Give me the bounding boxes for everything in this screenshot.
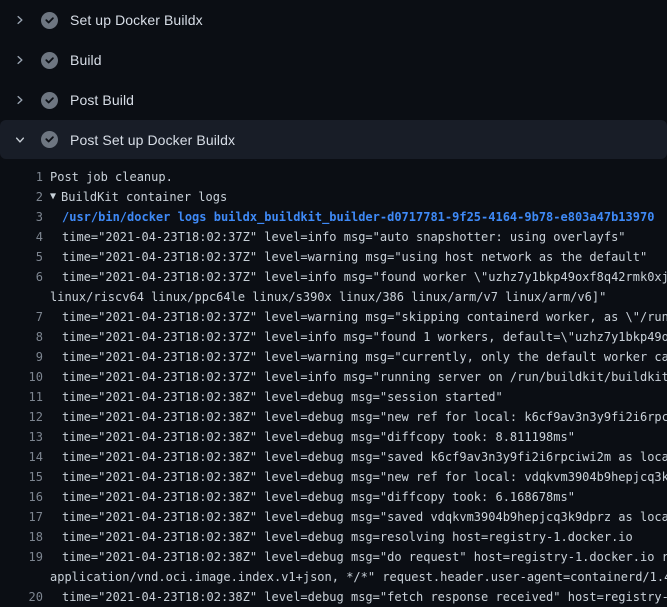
step-header-build[interactable]: Build [0, 40, 667, 80]
log-line-number[interactable]: 4 [0, 227, 43, 247]
check-circle-icon [41, 92, 58, 109]
check-circle-icon [41, 131, 58, 148]
chevron-right-icon [14, 14, 26, 26]
log-line-number[interactable]: 6 [0, 267, 43, 287]
log-line-text: time="2021-04-23T18:02:37Z" level=warnin… [43, 247, 647, 267]
chevron-down-icon [14, 134, 26, 146]
log-line: 7 time="2021-04-23T18:02:37Z" level=warn… [0, 307, 667, 327]
check-circle-icon [41, 12, 58, 29]
log-line: 16 time="2021-04-23T18:02:38Z" level=deb… [0, 487, 667, 507]
step-label: Set up Docker Buildx [70, 12, 203, 28]
steps-list: Set up Docker Buildx Build Post Build Po… [0, 0, 667, 159]
log-line: 20 time="2021-04-23T18:02:38Z" level=deb… [0, 587, 667, 607]
log-line-text: time="2021-04-23T18:02:37Z" level=info m… [43, 267, 667, 287]
log-line-number[interactable]: 1 [0, 167, 43, 187]
log-line-number[interactable]: 19 [0, 547, 43, 567]
log-line-text: time="2021-04-23T18:02:37Z" level=warnin… [43, 307, 667, 327]
log-line: 18 time="2021-04-23T18:02:38Z" level=deb… [0, 527, 667, 547]
log-line-continuation: linux/riscv64 linux/ppc64le linux/s390x … [0, 287, 667, 307]
log-line-text: time="2021-04-23T18:02:37Z" level=warnin… [43, 347, 667, 367]
workflow-log-page: { "theme":{ "background":"#0b0e14", "exp… [0, 0, 667, 600]
log-line: 13 time="2021-04-23T18:02:38Z" level=deb… [0, 427, 667, 447]
log-line-text: time="2021-04-23T18:02:37Z" level=info m… [43, 227, 626, 247]
log-line: 14 time="2021-04-23T18:02:38Z" level=deb… [0, 447, 667, 467]
log-line-number[interactable]: 17 [0, 507, 43, 527]
log-line-text: time="2021-04-23T18:02:37Z" level=info m… [43, 327, 667, 347]
log-group-toggle[interactable]: 2 ▼BuildKit container logs [0, 187, 667, 207]
log-viewer: 1 Post job cleanup. 2 ▼BuildKit containe… [0, 159, 667, 607]
log-line: 8 time="2021-04-23T18:02:37Z" level=info… [0, 327, 667, 347]
log-line: 1 Post job cleanup. [0, 167, 667, 187]
log-line-text: time="2021-04-23T18:02:38Z" level=debug … [43, 507, 667, 527]
log-line-number[interactable]: 14 [0, 447, 43, 467]
log-line-number[interactable]: 18 [0, 527, 43, 547]
log-line: 12 time="2021-04-23T18:02:38Z" level=deb… [0, 407, 667, 427]
log-line-number[interactable]: 16 [0, 487, 43, 507]
step-header-post-set-up-docker-buildx[interactable]: Post Set up Docker Buildx [0, 120, 667, 159]
log-line: 5 time="2021-04-23T18:02:37Z" level=warn… [0, 247, 667, 267]
log-line: 4 time="2021-04-23T18:02:37Z" level=info… [0, 227, 667, 247]
log-line-number[interactable]: 13 [0, 427, 43, 447]
log-line-text: time="2021-04-23T18:02:38Z" level=debug … [43, 427, 575, 447]
log-line-text: time="2021-04-23T18:02:38Z" level=debug … [43, 467, 667, 487]
log-line-continuation: application/vnd.oci.image.index.v1+json,… [0, 567, 667, 587]
step-header-post-build[interactable]: Post Build [0, 80, 667, 120]
log-line-number[interactable]: 20 [0, 587, 43, 607]
log-line-text: time="2021-04-23T18:02:38Z" level=debug … [43, 387, 503, 407]
log-line: 15 time="2021-04-23T18:02:38Z" level=deb… [0, 467, 667, 487]
log-line-text: time="2021-04-23T18:02:37Z" level=info m… [43, 367, 667, 387]
log-line-number[interactable]: 2 [0, 187, 43, 207]
log-line-text: time="2021-04-23T18:02:38Z" level=debug … [43, 487, 575, 507]
log-line: 6 time="2021-04-23T18:02:37Z" level=info… [0, 267, 667, 287]
log-line-text: time="2021-04-23T18:02:38Z" level=debug … [43, 447, 667, 467]
log-line: 9 time="2021-04-23T18:02:37Z" level=warn… [0, 347, 667, 367]
log-line-text: linux/riscv64 linux/ppc64le linux/s390x … [43, 287, 606, 307]
log-line-text: time="2021-04-23T18:02:38Z" level=debug … [43, 407, 667, 427]
step-label: Post Set up Docker Buildx [70, 132, 235, 148]
log-line-number[interactable] [0, 567, 43, 587]
log-line-number[interactable]: 3 [0, 207, 43, 227]
log-line-number[interactable]: 11 [0, 387, 43, 407]
log-line-text: BuildKit container logs [56, 187, 227, 207]
log-line-text: application/vnd.oci.image.index.v1+json,… [43, 567, 667, 587]
log-line-number[interactable]: 8 [0, 327, 43, 347]
chevron-right-icon [14, 54, 26, 66]
log-line-number[interactable]: 7 [0, 307, 43, 327]
log-line: 10 time="2021-04-23T18:02:37Z" level=inf… [0, 367, 667, 387]
log-line-text: time="2021-04-23T18:02:38Z" level=debug … [43, 547, 667, 567]
step-header-set-up-docker-buildx[interactable]: Set up Docker Buildx [0, 0, 667, 40]
log-line-number[interactable]: 15 [0, 467, 43, 487]
step-label: Post Build [70, 92, 134, 108]
log-line-text: time="2021-04-23T18:02:38Z" level=debug … [43, 527, 633, 547]
triangle-down-icon: ▼ [43, 187, 56, 207]
check-circle-icon [41, 52, 58, 69]
log-line-number[interactable]: 10 [0, 367, 43, 387]
log-command-text: /usr/bin/docker logs buildx_buildkit_bui… [43, 207, 654, 227]
log-line-number[interactable] [0, 287, 43, 307]
chevron-right-icon [14, 94, 26, 106]
log-line-text: Post job cleanup. [43, 167, 173, 187]
log-line: 17 time="2021-04-23T18:02:38Z" level=deb… [0, 507, 667, 527]
log-line-number[interactable]: 9 [0, 347, 43, 367]
log-line: 11 time="2021-04-23T18:02:38Z" level=deb… [0, 387, 667, 407]
log-line-number[interactable]: 5 [0, 247, 43, 267]
log-line: 19 time="2021-04-23T18:02:38Z" level=deb… [0, 547, 667, 567]
log-line-text: time="2021-04-23T18:02:38Z" level=debug … [43, 587, 667, 607]
log-line-number[interactable]: 12 [0, 407, 43, 427]
log-line: 3 /usr/bin/docker logs buildx_buildkit_b… [0, 207, 667, 227]
step-label: Build [70, 52, 102, 68]
